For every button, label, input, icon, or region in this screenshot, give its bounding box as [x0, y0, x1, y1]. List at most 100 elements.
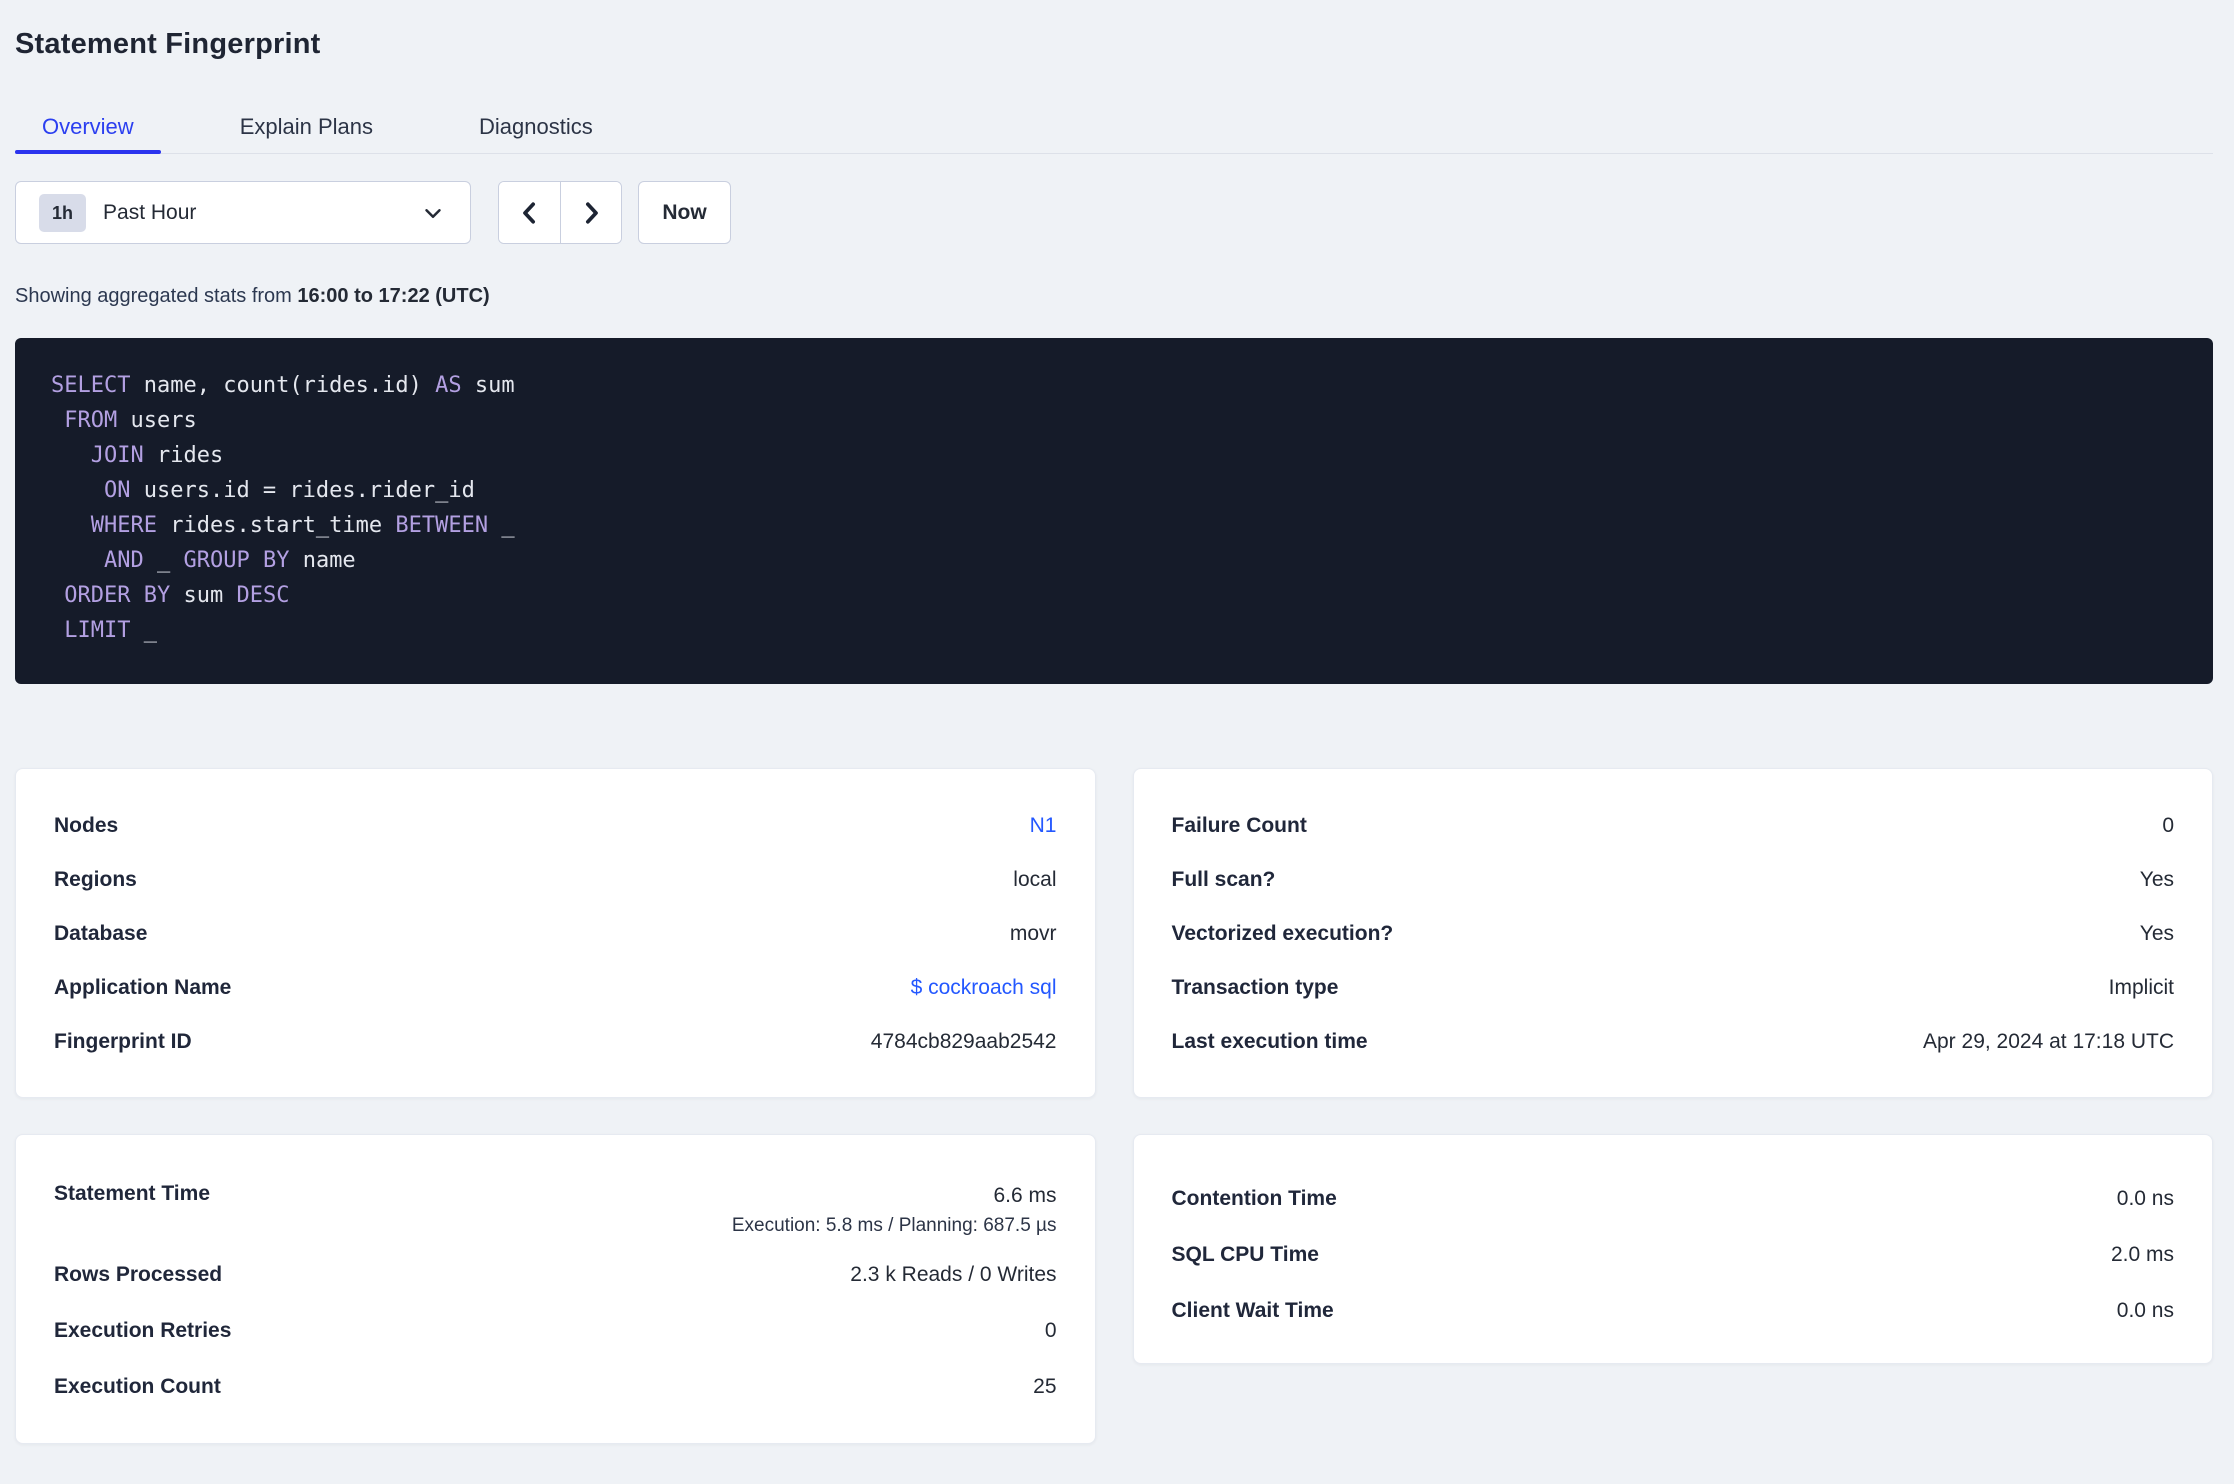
- sql-line: AND _ GROUP BY name: [51, 543, 2183, 578]
- statement-time-value: 6.6 ms: [993, 1184, 1057, 1207]
- sql-keyword: GROUP BY: [183, 548, 290, 573]
- sql-text: _: [488, 513, 515, 538]
- sql-text: _: [143, 548, 184, 573]
- full-scan-label: Full scan?: [1171, 868, 1276, 891]
- sql-keyword: ON: [103, 478, 131, 503]
- failure-count-value: 0: [2162, 814, 2174, 837]
- stat-row-failure-count: Failure Count 0: [1172, 799, 2175, 853]
- vectorized-execution-label: Vectorized execution?: [1171, 922, 1394, 945]
- stat-row-vectorized-execution: Vectorized execution? Yes: [1172, 907, 2175, 961]
- last-execution-time-value: Apr 29, 2024 at 17:18 UTC: [1923, 1030, 2174, 1053]
- sql-text: _: [130, 618, 157, 643]
- sql-keyword: BETWEEN: [395, 513, 489, 538]
- sql-line: ON users.id = rides.rider_id: [51, 473, 2183, 508]
- next-time-button[interactable]: [560, 182, 621, 243]
- sql-keyword: LIMIT: [64, 618, 131, 643]
- stat-row-execution-retries: Execution Retries 0: [54, 1303, 1057, 1359]
- sql-statement-box: SELECT name, count(rides.id) AS sum FROM…: [15, 338, 2213, 684]
- sql-text: name: [289, 548, 356, 573]
- client-wait-time-value: 0.0 ns: [2116, 1299, 2174, 1322]
- card-overview-left: Nodes N1 Regions local Database movr Applicati…: [15, 768, 1096, 1098]
- stat-row-rows-processed: Rows Processed 2.3 k Reads / 0 Writes: [54, 1247, 1057, 1303]
- execution-retries-label: Execution Retries: [54, 1319, 232, 1342]
- prev-time-button[interactable]: [499, 182, 560, 243]
- sql-keyword: JOIN: [90, 443, 144, 468]
- sql-text: sum: [170, 583, 237, 608]
- contention-time-value: 0.0 ns: [2116, 1187, 2174, 1210]
- sql-line: FROM users: [51, 403, 2183, 438]
- execution-count-label: Execution Count: [54, 1375, 221, 1398]
- sql-keyword: WHERE: [90, 513, 157, 538]
- now-button[interactable]: Now: [638, 181, 731, 244]
- sql-line: ORDER BY sum DESC: [51, 578, 2183, 613]
- tab-diagnostics[interactable]: Diagnostics: [452, 112, 620, 153]
- execution-retries-value: 0: [1044, 1319, 1057, 1342]
- time-range-label: Past Hour: [103, 200, 197, 224]
- card-overview-right: Failure Count 0 Full scan? Yes Vectorized ex…: [1132, 768, 2213, 1098]
- database-label: Database: [54, 922, 148, 945]
- sql-keyword: SELECT: [51, 373, 131, 398]
- execution-count-value: 25: [1033, 1375, 1057, 1398]
- contention-time-label: Contention Time: [1171, 1187, 1337, 1210]
- full-scan-value: Yes: [2139, 868, 2174, 891]
- time-controls: 1h Past Hour Now: [15, 181, 2213, 244]
- stat-row-database: Database movr: [54, 907, 1057, 961]
- sql-text: users: [117, 408, 197, 433]
- failure-count-label: Failure Count: [1171, 814, 1307, 837]
- sql-cpu-time-value: 2.0 ms: [2110, 1243, 2174, 1266]
- database-value: movr: [1009, 922, 1057, 945]
- chevron-down-icon: [420, 200, 446, 226]
- stat-row-statement-time: Statement Time 6.6 ms Execution: 5.8 ms / …: [54, 1180, 1057, 1247]
- sql-text: sum: [461, 373, 515, 398]
- statement-time-subvalue: Execution: 5.8 ms / Planning: 687.5 µs: [731, 1215, 1057, 1236]
- client-wait-time-label: Client Wait Time: [1171, 1299, 1334, 1322]
- time-duration-badge: 1h: [39, 193, 87, 232]
- sql-line: LIMIT _: [51, 613, 2183, 648]
- regions-label: Regions: [54, 868, 137, 891]
- stat-row-nodes: Nodes N1: [54, 799, 1057, 853]
- nodes-link[interactable]: N1: [1030, 814, 1057, 838]
- stats-time-range: 16:00 to 17:22 (UTC): [297, 285, 490, 307]
- nodes-label: Nodes: [54, 814, 119, 837]
- stat-row-full-scan: Full scan? Yes: [1172, 853, 2175, 907]
- sql-keyword: AND: [103, 548, 144, 573]
- sql-keyword: DESC: [236, 583, 290, 608]
- sql-text: users.id = rides.rider_id: [130, 478, 475, 503]
- stat-row-client-wait-time: Client Wait Time 0.0 ns: [1172, 1283, 2175, 1339]
- sql-cpu-time-label: SQL CPU Time: [1171, 1243, 1319, 1266]
- transaction-type-value: Implicit: [2108, 976, 2174, 999]
- fingerprint-id-label: Fingerprint ID: [54, 1030, 192, 1053]
- chevron-left-icon: [515, 198, 545, 228]
- application-name-link[interactable]: $ cockroach sql: [911, 976, 1057, 1000]
- last-execution-time-label: Last execution time: [1171, 1030, 1368, 1053]
- page-title: Statement Fingerprint: [15, 28, 321, 60]
- stat-row-execution-count: Execution Count 25: [54, 1359, 1057, 1415]
- transaction-type-label: Transaction type: [1171, 976, 1339, 999]
- stat-row-transaction-type: Transaction type Implicit: [1172, 961, 2175, 1015]
- sql-text: rides: [143, 443, 224, 468]
- stat-row-application-name: Application Name $ cockroach sql: [54, 961, 1057, 1015]
- stats-prefix: Showing aggregated stats from: [15, 285, 298, 307]
- tab-bar: Overview Explain Plans Diagnostics: [15, 112, 2213, 154]
- sql-line: JOIN rides: [51, 438, 2183, 473]
- sql-line: SELECT name, count(rides.id) AS sum: [51, 368, 2183, 403]
- stat-row-fingerprint-id: Fingerprint ID 4784cb829aab2542: [54, 1015, 1057, 1069]
- application-name-label: Application Name: [54, 976, 232, 999]
- time-range-dropdown[interactable]: 1h Past Hour: [15, 181, 471, 244]
- stat-row-contention-time: Contention Time 0.0 ns: [1172, 1171, 2175, 1227]
- statement-fingerprint-page: Statement Fingerprint Overview Explain Pl…: [0, 26, 2234, 1444]
- regions-value: local: [1013, 868, 1057, 891]
- sql-keyword: FROM: [64, 408, 118, 433]
- sql-text: rides.start_time: [156, 513, 396, 538]
- stat-row-regions: Regions local: [54, 853, 1057, 907]
- time-pager: [498, 181, 622, 244]
- tab-overview[interactable]: Overview: [15, 112, 161, 154]
- rows-processed-label: Rows Processed: [54, 1263, 223, 1286]
- tab-explain-plans[interactable]: Explain Plans: [213, 112, 400, 153]
